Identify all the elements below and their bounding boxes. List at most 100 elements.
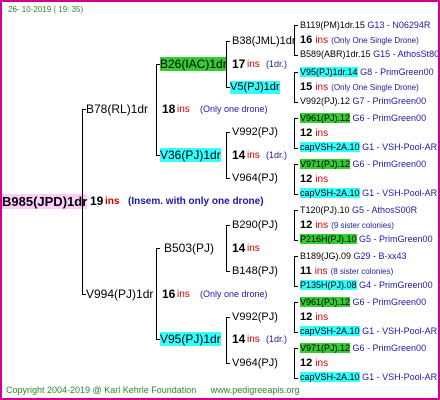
connector [294,302,295,332]
gen4-queen[interactable]: V961(PJ).12 G6 - PrimGreen00 [300,112,426,125]
connector [294,148,298,149]
gen3-ins: ins [315,220,329,231]
connector [156,248,157,339]
gen4-queen[interactable]: capVSH-2A.10 G1 - VSH-Pool-AR [300,187,437,200]
gen3-note: (Only One Single Drone) [331,83,419,92]
gen4-queen[interactable]: B119(PM)1dr.15 G13 - N06294R [300,19,430,32]
gen2-queen[interactable]: V95(PJ)1dr [160,332,221,346]
connector [226,132,227,178]
gen3-ins: ins [315,312,329,323]
gen4-tag: G1 - VSH-Pool-AR [362,326,438,336]
gen4-queen[interactable]: V95(PJ)1dr.14 G8 - PrimGreen00 [300,66,434,79]
connector [226,317,227,363]
gen3-ins-row: 12 ins [300,173,328,186]
gen1-num: 16 [162,287,176,301]
site-link[interactable]: www.pedigreeapis.org [211,385,300,395]
gen2-note: (1dr.) [266,150,288,160]
gen4-queen[interactable]: V992(PJ).12 G7 - PrimGreen00 [300,95,426,108]
gen3-num: 12 [300,357,313,369]
gen4-tag: G8 - PrimGreen00 [360,67,434,77]
gen2-queen[interactable]: B503(PJ) [164,241,214,255]
gen4-tag: G6 - PrimGreen00 [352,297,427,307]
connector [294,25,295,55]
gen2-ins: ins [247,150,260,161]
root-note: (Insem. with only one drone) [128,196,264,207]
gen4-queen[interactable]: P135H(PJ).08 G4 - PrimGreen00 [300,279,433,292]
gen3-ins: ins [315,174,329,185]
gen3-queen[interactable]: V964(PJ) [232,172,278,185]
connector [294,118,295,148]
connector [294,72,295,102]
gen2-num: 14 [232,148,246,162]
copyright: Copyright 2004-2019 @ Karl Kehrle Founda… [6,385,197,395]
gen3-ins-row: 12 ins [300,127,328,140]
connector [226,132,230,133]
gen4-queen[interactable]: B189(JG).09 G29 - B-xx43 [300,250,407,263]
gen3-num: 16 [300,34,313,46]
connector [294,286,298,287]
gen4-queen[interactable]: V971(PJ).12 G6 - PrimGreen00 [300,342,426,355]
gen1-ins: ins [177,289,190,300]
gen3-ins-row: 12 ins [300,311,328,324]
gen3-num: 12 [300,311,313,323]
date-header: 26- 10-2019 ( 19: 35) [8,5,84,14]
gen2-ins: ins [247,243,260,254]
gen2-num: 17 [232,57,246,71]
gen3-queen[interactable]: B290(PJ) [232,219,278,232]
connector [294,348,295,378]
gen1-queen[interactable]: V994(PJ)1dr [86,287,153,301]
gen3-queen[interactable]: B38(JML)1dr [232,35,296,48]
connector [226,271,230,272]
gen2-queen[interactable]: B26(IAC)1dr [160,57,227,71]
gen3-ins: ins [315,358,329,369]
gen1-num: 18 [162,102,176,116]
connector [294,240,298,241]
gen3-num: 12 [300,219,313,231]
gen1-queen[interactable]: B78(RL)1dr [86,102,148,116]
connector [82,109,83,294]
gen3-ins-row: 11 ins (8 sister colonies) [300,265,393,278]
connector [294,210,295,240]
gen3-queen[interactable]: V5(PJ)1dr [230,81,280,94]
connector [294,332,298,333]
gen3-ins-row: 15 ins (Only One Single Drone) [300,81,419,94]
gen3-queen[interactable]: B148(PJ) [232,265,278,278]
gen4-queen[interactable]: T120(PJ).10 G5 - AthosS00R [300,204,417,217]
root-queen[interactable]: B985(JPD)1dr [2,194,88,209]
gen3-queen[interactable]: V964(PJ) [232,357,278,370]
gen3-num: 12 [300,127,313,139]
gen2-num: 14 [232,241,246,255]
connector [294,194,298,195]
gen1-ins: ins [177,104,190,115]
gen3-num: 11 [300,265,312,277]
gen3-queen[interactable]: V992(PJ) [232,126,278,139]
connector [294,72,298,73]
connector [294,102,298,103]
gen4-queen[interactable]: capVSH-2A.10 G1 - VSH-Pool-AR [300,325,437,338]
gen3-queen[interactable]: V992(PJ) [232,311,278,324]
gen3-note: (8 sister colonies) [330,267,394,276]
gen4-queen[interactable]: B589(ABR)1dr.15 G15 - AthosSt80R [300,48,440,61]
gen3-note: (9 sister colonies) [331,221,394,230]
connector [226,225,227,271]
gen4-queen[interactable]: P216H(PJ).10 G5 - PrimGreen00 [300,233,433,246]
connector [294,164,295,194]
gen2-queen[interactable]: V36(PJ)1dr [160,148,221,162]
gen3-ins-row: 16 ins (Only One Single Drone) [300,34,419,47]
gen2-ins: ins [247,59,260,70]
root-ins: ins [105,196,120,207]
connector [294,118,298,119]
gen4-queen[interactable]: capVSH-2A.10 G1 - VSH-Pool-AR [300,371,437,384]
gen4-tag: G6 - PrimGreen00 [352,113,427,123]
gen3-note: (Only One Single Drone) [331,36,419,45]
connector [226,178,230,179]
gen4-queen[interactable]: capVSH-2A.10 G1 - VSH-Pool-AR [300,141,437,154]
footer: Copyright 2004-2019 @ Karl Kehrle Founda… [6,385,299,395]
connector [226,41,227,87]
gen4-queen[interactable]: V961(PJ).12 G6 - PrimGreen00 [300,296,426,309]
connector [226,41,230,42]
connector [226,317,230,318]
pedigree-frame: 26- 10-2019 ( 19: 35) B985(JPD)1dr 19 in… [0,0,440,400]
gen4-queen[interactable]: V971(PJ).12 G6 - PrimGreen00 [300,158,426,171]
gen4-tag: G15 - AthosSt80R [373,49,440,59]
